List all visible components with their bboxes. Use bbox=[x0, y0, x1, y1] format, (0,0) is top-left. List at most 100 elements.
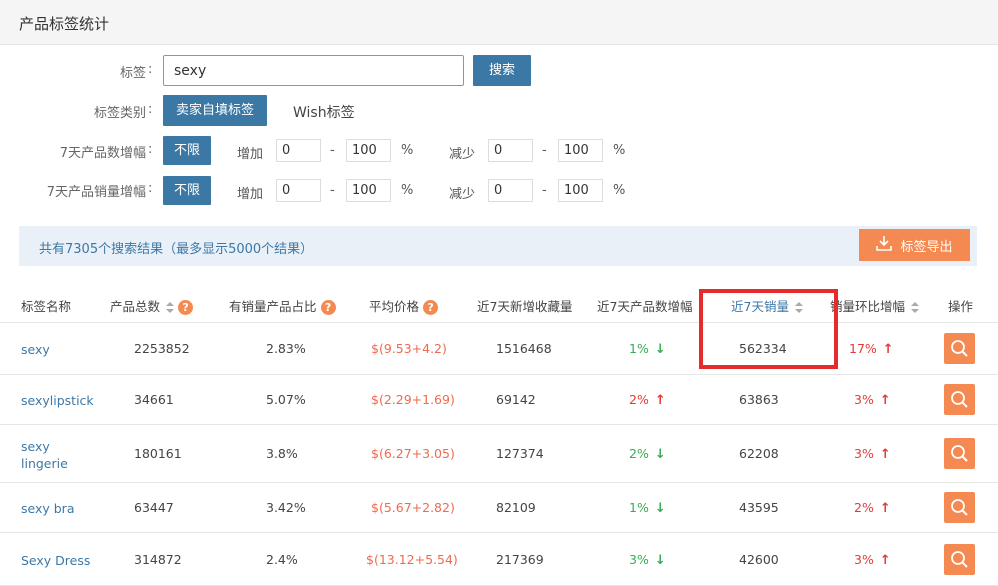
sales-growth-colon: : bbox=[148, 181, 153, 196]
sales-ratio: 5.07% bbox=[266, 392, 306, 407]
percent-sign: % bbox=[401, 183, 414, 198]
sales-ratio: 2.83% bbox=[266, 341, 306, 356]
product-growth-colon: : bbox=[148, 142, 153, 157]
avg-price: $(6.27+3.05) bbox=[371, 446, 455, 461]
col-sales-growth[interactable]: 销量环比增幅 bbox=[830, 296, 920, 315]
col-action: 操作 bbox=[948, 299, 974, 314]
result-summary-bar: 共有7305个搜索结果（最多显示5000个结果） 标签导出 bbox=[19, 226, 977, 266]
weekly-sales: 63863 bbox=[739, 392, 779, 407]
sales-growth: 17% ↑ bbox=[849, 341, 894, 357]
new-favorites: 82109 bbox=[496, 500, 536, 515]
help-icon[interactable]: ? bbox=[320, 300, 336, 315]
new-favorites: 69142 bbox=[496, 392, 536, 407]
download-icon bbox=[876, 235, 893, 255]
sales-growth-unlimited-button[interactable]: 不限 bbox=[163, 176, 211, 205]
table-row: sexylipstick 34661 5.07% $(2.29+1.69) 69… bbox=[0, 375, 998, 425]
help-icon[interactable]: ? bbox=[178, 300, 194, 315]
tag-type-colon: : bbox=[148, 102, 153, 117]
tag-name-link[interactable]: sexy bra bbox=[21, 500, 91, 517]
product-total: 180161 bbox=[134, 446, 182, 461]
tag-name-link[interactable]: Sexy Dress bbox=[21, 552, 91, 569]
view-detail-button[interactable] bbox=[944, 384, 975, 415]
col-ratio: 有销量产品占比? bbox=[229, 296, 336, 315]
col-favorites: 近7天新增收藏量 bbox=[477, 299, 573, 314]
avg-price: $(9.53+4.2) bbox=[371, 341, 447, 356]
table-header: 标签名称 产品总数? 有销量产品占比? 平均价格? 近7天新增收藏量 近7天产品… bbox=[0, 285, 998, 323]
search-icon bbox=[951, 445, 968, 462]
sales-growth-label: 7天产品销量增幅 bbox=[46, 185, 146, 200]
table-row: sexy lingerie 180161 3.8% $(6.27+3.05) 1… bbox=[0, 425, 998, 483]
col-price: 平均价格? bbox=[369, 296, 439, 315]
sales-growth-decrease-max-input[interactable] bbox=[558, 179, 603, 202]
product-growth: 1% ↓ bbox=[629, 341, 666, 357]
tag-search-input[interactable] bbox=[163, 55, 464, 86]
sales-growth-increase-max-input[interactable] bbox=[346, 179, 391, 202]
avg-price: $(2.29+1.69) bbox=[371, 392, 455, 407]
arrow-up-icon: ↑ bbox=[879, 447, 891, 462]
arrow-down-icon: ↓ bbox=[654, 447, 666, 462]
sales-growth-decrease-min-input[interactable] bbox=[488, 179, 533, 202]
product-total: 34661 bbox=[134, 392, 174, 407]
arrow-down-icon: ↓ bbox=[654, 501, 666, 516]
sort-icon[interactable] bbox=[911, 301, 920, 314]
dash: - bbox=[542, 183, 547, 198]
percent-sign: % bbox=[401, 143, 414, 158]
sales-growth: 3% ↑ bbox=[854, 392, 891, 408]
tag-label: 标签 bbox=[119, 66, 146, 81]
weekly-sales: 562334 bbox=[739, 341, 787, 356]
help-icon[interactable]: ? bbox=[423, 300, 439, 315]
sales-growth-increase-min-input[interactable] bbox=[276, 179, 321, 202]
search-icon bbox=[951, 391, 968, 408]
sort-icon[interactable] bbox=[166, 301, 175, 314]
dash: - bbox=[330, 143, 335, 158]
col-total[interactable]: 产品总数? bbox=[110, 296, 194, 315]
col-name: 标签名称 bbox=[21, 299, 72, 314]
sort-icon[interactable] bbox=[794, 301, 803, 314]
new-favorites: 127374 bbox=[496, 446, 544, 461]
arrow-up-icon: ↑ bbox=[879, 501, 891, 516]
product-growth-decrease-max-input[interactable] bbox=[558, 139, 603, 162]
table-row: sexy 2253852 2.83% $(9.53+4.2) 1516468 1… bbox=[0, 323, 998, 375]
arrow-down-icon: ↓ bbox=[654, 552, 666, 568]
weekly-sales: 62208 bbox=[739, 446, 779, 461]
tag-type-wish-option[interactable]: Wish标签 bbox=[293, 102, 355, 122]
search-button[interactable]: 搜索 bbox=[473, 55, 531, 86]
tag-name-link[interactable]: sexy lingerie bbox=[21, 438, 91, 472]
product-growth-unlimited-button[interactable]: 不限 bbox=[163, 136, 211, 165]
product-growth-label: 7天产品数增幅 bbox=[59, 146, 146, 161]
sales-growth-decrease-label: 减少 bbox=[449, 187, 476, 202]
result-summary-text: 共有7305个搜索结果（最多显示5000个结果） bbox=[39, 242, 314, 257]
view-detail-button[interactable] bbox=[944, 543, 975, 575]
dash: - bbox=[330, 183, 335, 198]
view-detail-button[interactable] bbox=[944, 492, 975, 523]
sales-growth-increase-label: 增加 bbox=[237, 187, 264, 202]
product-growth-increase-label: 增加 bbox=[237, 147, 264, 162]
tag-type-seller-button[interactable]: 卖家自填标签 bbox=[163, 95, 267, 126]
product-growth-decrease-label: 减少 bbox=[449, 147, 476, 162]
arrow-up-icon: ↑ bbox=[882, 342, 894, 357]
arrow-up-icon: ↑ bbox=[879, 393, 891, 408]
product-growth-increase-max-input[interactable] bbox=[346, 139, 391, 162]
arrow-up-icon: ↑ bbox=[654, 393, 666, 408]
percent-sign: % bbox=[613, 143, 626, 158]
product-growth: 3% ↓ bbox=[629, 551, 666, 568]
product-total: 2253852 bbox=[134, 341, 190, 356]
view-detail-button[interactable] bbox=[944, 438, 975, 469]
product-growth-decrease-min-input[interactable] bbox=[488, 139, 533, 162]
view-detail-button[interactable] bbox=[944, 333, 975, 364]
col-sales[interactable]: 近7天销量 bbox=[731, 296, 803, 315]
sales-growth: 2% ↑ bbox=[854, 500, 891, 516]
sales-growth: 3% ↑ bbox=[854, 446, 891, 462]
sales-growth: 3% ↑ bbox=[854, 551, 891, 568]
avg-price: $(13.12+5.54) bbox=[366, 551, 458, 567]
tag-name-link[interactable]: sexylipstick bbox=[21, 392, 94, 409]
tag-type-label: 标签类别 bbox=[93, 106, 146, 121]
product-growth-increase-min-input[interactable] bbox=[276, 139, 321, 162]
export-tags-button[interactable]: 标签导出 bbox=[859, 229, 970, 261]
weekly-sales: 43595 bbox=[739, 500, 779, 515]
arrow-down-icon: ↓ bbox=[654, 342, 666, 357]
tag-name-link[interactable]: sexy bbox=[21, 341, 91, 358]
avg-price: $(5.67+2.82) bbox=[371, 500, 455, 515]
search-icon bbox=[951, 550, 968, 568]
export-label: 标签导出 bbox=[900, 239, 953, 255]
